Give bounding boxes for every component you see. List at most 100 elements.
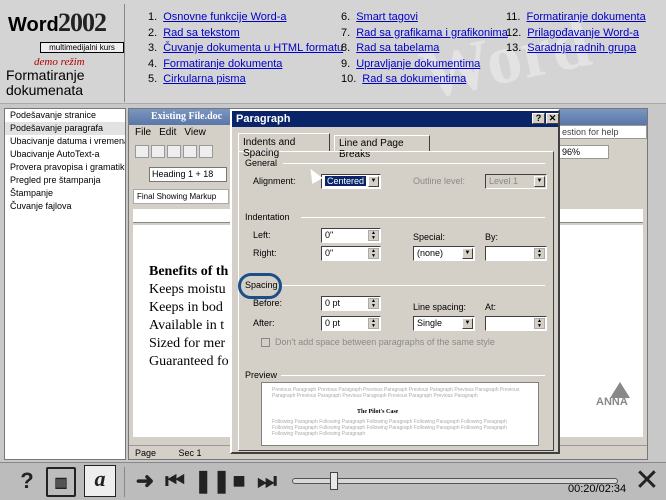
spinner-icon[interactable]: ▲ ▼ <box>368 298 379 309</box>
dialog-title-bar: Paragraph ? ✕ <box>232 111 559 127</box>
by-input[interactable]: ▲ ▼ <box>485 246 547 261</box>
chapter-item[interactable]: 4. Formatiranje dokumenta <box>148 57 343 73</box>
chapter-link[interactable]: Osnovne funkcije Word-a <box>163 10 286 26</box>
at-input[interactable]: ▲ ▼ <box>485 316 547 331</box>
left-indent-label: Left: <box>253 230 271 240</box>
help-button[interactable]: ? <box>532 113 545 124</box>
special-select[interactable]: (none) ▼ <box>413 246 475 261</box>
spinner-icon[interactable]: ▲ ▼ <box>368 318 379 329</box>
help-icon[interactable]: ? <box>12 465 42 497</box>
close-button[interactable]: ✕ <box>546 113 559 124</box>
spinner-icon[interactable]: ▲ ▼ <box>534 318 545 329</box>
indentation-group-label: Indentation <box>245 212 290 222</box>
chapter-link[interactable]: Rad sa tabelama <box>356 41 439 57</box>
doc-line: Available in t <box>149 318 225 333</box>
after-input[interactable]: 0 pt ▲ ▼ <box>321 316 381 331</box>
sidebar-item[interactable]: Štampanje <box>5 187 125 200</box>
print-icon[interactable] <box>183 145 197 158</box>
chevron-down-icon[interactable]: ▼ <box>462 248 473 259</box>
spinner-icon[interactable]: ▲ ▼ <box>534 248 545 259</box>
sidebar-item-active[interactable]: Podešavanje paragrafa <box>5 122 125 135</box>
brand-logo: ANNA <box>596 396 628 408</box>
sidebar-item[interactable]: Pregled pre štampanja <box>5 174 125 187</box>
sidebar-item[interactable]: Čuvanje fajlova <box>5 200 125 213</box>
chapter-link[interactable]: Rad sa dokumentima <box>362 72 466 88</box>
zoom-dropdown[interactable]: 96% <box>559 145 609 159</box>
chapter-menu-col-2: 6. Smart tagovi 7. Rad sa grafikama i graf… <box>341 10 508 88</box>
preview-icon[interactable] <box>199 145 213 158</box>
chapter-link[interactable]: Smart tagovi <box>356 10 418 26</box>
status-section: Sec 1 <box>178 448 202 458</box>
chapter-link[interactable]: Cirkularna pisma <box>163 72 246 88</box>
dont-add-space-checkbox[interactable] <box>261 338 270 347</box>
before-input[interactable]: 0 pt ▲ ▼ <box>321 296 381 311</box>
preview-box: Previous Paragraph Previous Paragraph Pr… <box>261 382 539 446</box>
chapter-item[interactable]: 7. Rad sa grafikama i grafikonima <box>341 26 508 42</box>
sidebar-item[interactable]: Ubacivanje datuma i vremena <box>5 135 125 148</box>
chapter-link[interactable]: Formatiranje dokumenta <box>526 10 645 26</box>
menu-view[interactable]: View <box>184 127 206 138</box>
chapter-item[interactable]: 9. Upravljanje dokumentima <box>341 57 508 73</box>
chapter-item[interactable]: 2. Rad sa tekstom <box>148 26 343 42</box>
alignment-select[interactable]: Centered ▼ <box>321 174 381 189</box>
arrow-right-icon[interactable]: ➜ <box>130 465 160 497</box>
status-page: Page <box>135 448 157 458</box>
spinner-icon[interactable]: ▲ ▼ <box>368 248 379 259</box>
chapter-item[interactable]: 8. Rad sa tabelama <box>341 41 508 57</box>
chapter-item[interactable]: 5. Cirkularna pisma <box>148 72 343 88</box>
left-indent-input[interactable]: 0" ▲ ▼ <box>321 228 381 243</box>
book-icon[interactable]: ▥ <box>46 467 76 497</box>
right-indent-input[interactable]: 0" ▲ ▼ <box>321 246 381 261</box>
stop-icon[interactable]: ■ <box>224 465 254 497</box>
tab-line-and-page-breaks[interactable]: Line and Page Breaks <box>334 135 430 160</box>
pause-icon[interactable]: ❚❚ <box>194 465 231 497</box>
chapter-item[interactable]: 11. Formatiranje dokumenta <box>506 10 646 26</box>
chapter-link[interactable]: Prilagođavanje Word-a <box>527 26 639 42</box>
skip-forward-icon[interactable]: ⏭ <box>252 465 282 497</box>
save-icon[interactable] <box>167 145 181 158</box>
script-a-icon[interactable]: a <box>84 465 116 497</box>
chevron-down-icon[interactable]: ▼ <box>534 176 545 187</box>
style-dropdown[interactable]: Heading 1 + 18 <box>149 167 227 182</box>
right-indent-value: 0" <box>325 248 334 258</box>
open-icon[interactable] <box>151 145 165 158</box>
outline-level-value: Level 1 <box>489 176 519 186</box>
menu-edit[interactable]: Edit <box>159 127 176 138</box>
general-group-label: General <box>245 158 278 168</box>
chapter-item[interactable]: 10. Rad sa dokumentima <box>341 72 508 88</box>
alignment-value: Centered <box>325 176 367 186</box>
sidebar-item[interactable]: Provera pravopisa i gramatike <box>5 161 125 174</box>
chapter-link[interactable]: Upravljanje dokumentima <box>356 57 480 73</box>
tab-pane: General Alignment: Centered ▼ Outline le… <box>238 151 554 451</box>
sidebar-item[interactable]: Podešavanje stranice <box>5 109 125 122</box>
chevron-down-icon[interactable]: ▼ <box>462 318 473 329</box>
left-indent-value: 0" <box>325 230 334 240</box>
header-divider <box>124 4 125 102</box>
chevron-down-icon[interactable]: ▼ <box>368 176 379 187</box>
doc-line: Keeps in bod <box>149 300 223 315</box>
menu-file[interactable]: File <box>135 127 151 138</box>
progress-thumb[interactable] <box>330 472 339 490</box>
chapter-link[interactable]: Rad sa grafikama i grafikonima <box>356 26 508 42</box>
chapter-link[interactable]: Čuvanje dokumenta u HTML formatu <box>163 41 343 57</box>
divider <box>283 163 545 164</box>
spinner-icon[interactable]: ▲ ▼ <box>368 230 379 241</box>
chapter-item[interactable]: 13. Saradnja radnih grupa <box>506 41 646 57</box>
new-icon[interactable] <box>135 145 149 158</box>
tab-indents-and-spacing[interactable]: Indents and Spacing <box>238 133 330 159</box>
sidebar-item[interactable]: Ubacivanje AutoText-a <box>5 148 125 161</box>
chapter-link[interactable]: Formatiranje dokumenta <box>163 57 282 73</box>
chapter-item[interactable]: 6. Smart tagovi <box>341 10 508 26</box>
outline-level-select[interactable]: Level 1 ▼ <box>485 174 547 189</box>
chapter-item[interactable]: 12. Prilagođavanje Word-a <box>506 26 646 42</box>
chapter-item[interactable]: 3. Čuvanje dokumenta u HTML formatu <box>148 41 343 57</box>
ask-question-box[interactable]: estion for help <box>559 125 647 139</box>
chapter-item[interactable]: 1. Osnovne funkcije Word-a <box>148 10 343 26</box>
special-label: Special: <box>413 232 446 242</box>
skip-back-icon[interactable]: ⏮ <box>160 465 190 497</box>
chapter-link[interactable]: Saradnja radnih grupa <box>527 41 636 57</box>
exit-icon[interactable]: ✕ <box>632 465 662 497</box>
markup-dropdown[interactable]: Final Showing Markup <box>133 189 229 204</box>
line-spacing-select[interactable]: Single ▼ <box>413 316 475 331</box>
chapter-link[interactable]: Rad sa tekstom <box>163 26 239 42</box>
